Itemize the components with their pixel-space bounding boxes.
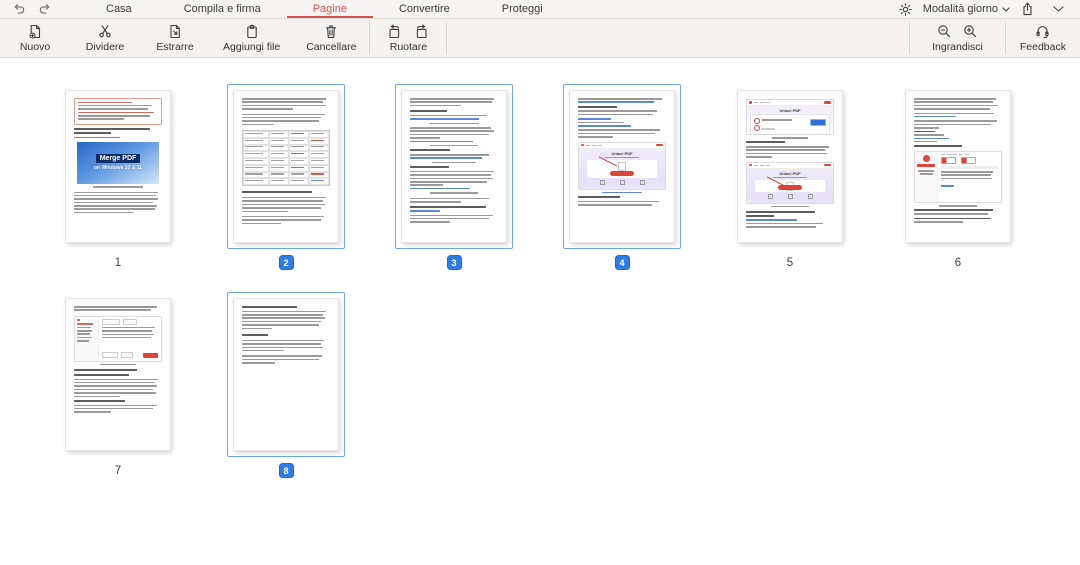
page-preview[interactable] xyxy=(233,298,339,451)
page-selection-frame: Merge PDF on Windows 10 & 11 xyxy=(59,84,177,249)
display-mode-label: Modalità giorno xyxy=(922,3,998,15)
page-preview[interactable] xyxy=(233,90,339,243)
page-preview[interactable] xyxy=(905,90,1011,243)
page-preview[interactable]: Unisci PDF Unisci PDF xyxy=(737,90,843,243)
headset-icon xyxy=(1035,24,1050,39)
tab-convertire[interactable]: Convertire xyxy=(373,0,476,18)
add-file-label: Aggiungi file xyxy=(223,40,281,53)
page-preview[interactable] xyxy=(401,90,507,243)
split-label: Dividere xyxy=(85,40,125,53)
window-chevron-icon[interactable] xyxy=(1053,6,1064,12)
page-number-badge: 8 xyxy=(278,463,294,478)
split-button[interactable]: Dividere xyxy=(70,19,140,57)
redo-icon[interactable] xyxy=(38,3,52,15)
page-number: 3 xyxy=(446,255,462,270)
extract-label: Estrarre xyxy=(156,40,194,53)
extract-button[interactable]: Estrarre xyxy=(140,19,210,57)
page-grid: Merge PDF on Windows 10 & 11 1 2 3 Unisc… xyxy=(34,84,1044,500)
feedback-label: Feedback xyxy=(1019,40,1066,53)
zoom-group: Ingrandisci xyxy=(910,19,1005,57)
extract-icon xyxy=(168,24,182,39)
page-thumbnail[interactable]: 3 xyxy=(370,84,538,270)
page-number: 8 xyxy=(278,463,294,478)
tab-casa[interactable]: Casa xyxy=(80,0,158,18)
page-thumbnail[interactable]: Unisci PDF 4 xyxy=(538,84,706,270)
new-label: Nuovo xyxy=(19,40,51,53)
page-selection-frame xyxy=(899,84,1017,249)
zoom-label: Ingrandisci xyxy=(932,40,983,53)
page-selection-frame: Unisci PDF xyxy=(563,84,681,249)
zoom-out-icon[interactable] xyxy=(937,24,951,38)
page-selection-frame xyxy=(227,84,345,249)
page-number-badge: 3 xyxy=(446,255,462,270)
rotate-left-icon[interactable] xyxy=(387,23,402,39)
rotate-group: Ruotare xyxy=(370,19,446,57)
ribbon-tabs: Casa Compila e firma Pagine Convertire P… xyxy=(80,0,569,18)
tab-pagine[interactable]: Pagine xyxy=(287,0,373,18)
page-number: 5 xyxy=(786,256,794,269)
chevron-down-icon xyxy=(1002,6,1010,12)
delete-label: Cancellare xyxy=(306,40,357,53)
history-buttons xyxy=(0,3,62,15)
page-number: 6 xyxy=(954,256,962,269)
page-thumbnail[interactable]: 8 xyxy=(202,292,370,478)
display-mode-select[interactable]: Modalità giorno xyxy=(923,3,1010,15)
tab-proteggi[interactable]: Proteggi xyxy=(476,0,569,18)
page-selection-frame xyxy=(395,84,513,249)
add-file-button[interactable]: Aggiungi file xyxy=(210,19,293,57)
page-thumbnail[interactable]: 6 xyxy=(874,84,1042,270)
pages-view: Merge PDF on Windows 10 & 11 1 2 3 Unisc… xyxy=(0,58,1080,500)
trash-icon xyxy=(324,24,338,39)
rotate-right-icon[interactable] xyxy=(414,23,429,39)
page-preview[interactable]: Merge PDF on Windows 10 & 11 xyxy=(65,90,171,243)
page-selection-frame: Unisci PDF Unisci PDF xyxy=(731,84,849,249)
page-thumbnail[interactable]: 7 xyxy=(34,292,202,478)
delete-button[interactable]: Cancellare xyxy=(293,19,369,57)
page-thumbnail[interactable]: Merge PDF on Windows 10 & 11 1 xyxy=(34,84,202,270)
rotate-label: Ruotare xyxy=(389,40,428,53)
sun-icon xyxy=(899,2,912,16)
scissors-icon xyxy=(98,24,112,39)
page-number-badge: 4 xyxy=(614,255,630,270)
new-button[interactable]: Nuovo xyxy=(0,19,70,57)
page-selection-frame xyxy=(59,292,177,457)
page-number: 2 xyxy=(278,255,294,270)
tab-compila-e-firma[interactable]: Compila e firma xyxy=(158,0,287,18)
page-number: 7 xyxy=(114,464,122,477)
page-number-badge: 2 xyxy=(278,255,294,270)
page-thumbnail[interactable]: 2 xyxy=(202,84,370,270)
undo-icon[interactable] xyxy=(12,3,26,15)
page-preview[interactable]: Unisci PDF xyxy=(569,90,675,243)
page-thumbnail[interactable]: Unisci PDF Unisci PDF 5 xyxy=(706,84,874,270)
page-selection-frame xyxy=(227,292,345,457)
zoom-in-icon[interactable] xyxy=(963,24,977,38)
page-number: 4 xyxy=(614,255,630,270)
page-preview[interactable] xyxy=(65,298,171,451)
title-bar: Casa Compila e firma Pagine Convertire P… xyxy=(0,0,1080,19)
new-icon xyxy=(28,24,42,39)
feedback-button[interactable]: Feedback xyxy=(1006,19,1080,57)
pages-toolbar: Nuovo Dividere Estrarre Aggiungi file Ca… xyxy=(0,19,1080,58)
share-icon[interactable] xyxy=(1021,2,1034,16)
page-number: 1 xyxy=(114,256,122,269)
add-file-icon xyxy=(245,24,259,39)
